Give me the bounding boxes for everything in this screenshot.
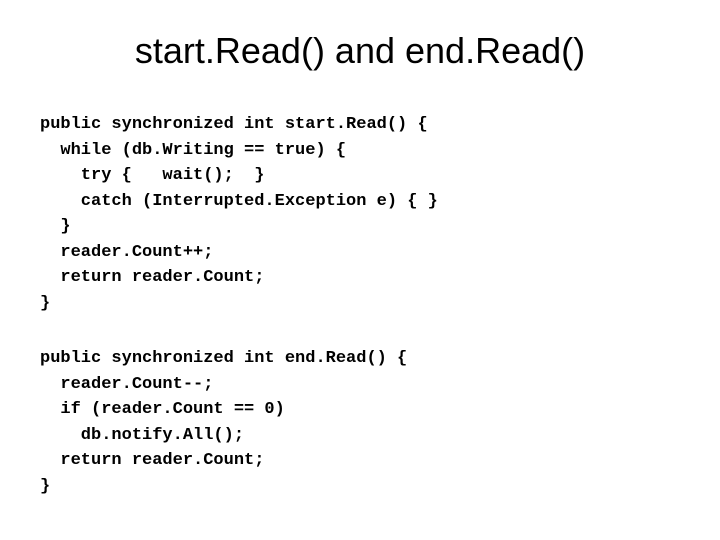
code-block-start-read: public synchronized int start.Read() { w… xyxy=(40,112,680,316)
slide-title: start.Read() and end.Read() xyxy=(40,30,680,72)
code-block-end-read: public synchronized int end.Read() { rea… xyxy=(40,346,680,499)
